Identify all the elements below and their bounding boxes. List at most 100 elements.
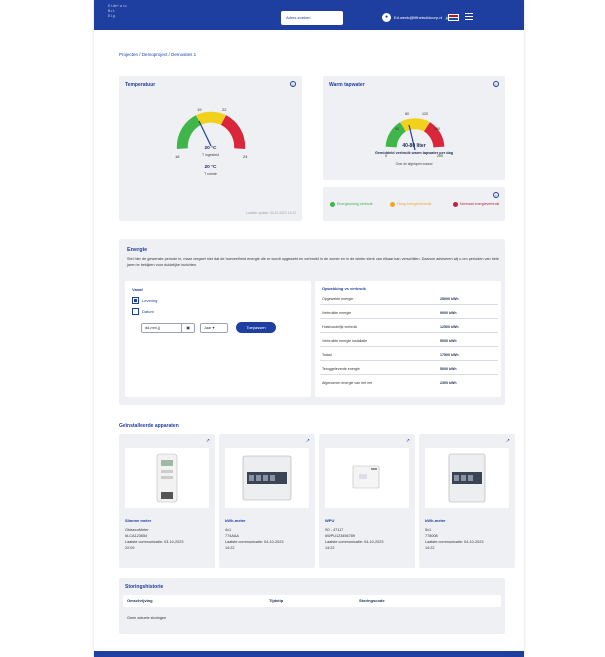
devices-title: Geïnstalleerde apparaten (119, 423, 179, 429)
gauge-tick: 40 (395, 127, 399, 131)
device-name: kWh-meter (225, 518, 246, 523)
room-temp-label: T ruimte (204, 172, 217, 176)
legend-label: Energiezuinig verbruik (337, 202, 373, 206)
user-email: Ed.wenk@lifthebuildcorp.nl (394, 15, 443, 20)
summary-label: Huishoudelijk verbruik (322, 325, 358, 329)
device-last-comm: Laatste communicatie: 04-10-2023 (325, 540, 384, 544)
card-title: Temperatuur (125, 82, 156, 88)
device-model: 4v1 (225, 528, 232, 532)
chart-icon[interactable]: ↗ (306, 438, 310, 444)
legend-dot (330, 202, 335, 207)
breadcrumb-projects[interactable]: Projecten (119, 52, 138, 57)
hot-water-subcaption: Over de afgelopen maand (395, 162, 433, 166)
info-icon[interactable]: i (493, 81, 499, 87)
footer-bar (94, 651, 524, 657)
brand-logo[interactable]: E Lite+ a l.o B.r.t. E.l.g (108, 4, 127, 19)
info-icon[interactable]: i (290, 81, 296, 87)
date-checkbox[interactable] (132, 308, 139, 315)
chart-icon[interactable]: ↗ (206, 438, 210, 444)
device-model: ObisecoMeter (125, 528, 149, 532)
user-menu[interactable]: ● Ed.wenk@lifthebuildcorp.nl 🔈 (382, 13, 452, 22)
summary-value: 25000 kWh (440, 297, 459, 301)
top-bar: E Lite+ a l.o B.r.t. E.l.g Adres zoeken … (94, 0, 524, 30)
apply-button[interactable]: Toepassen (236, 322, 276, 333)
device-card[interactable]: ↗ kWh-meter 5v1 778008 Laatste communica… (419, 434, 515, 568)
date-input[interactable]: dd-mm-jj (141, 323, 183, 333)
year-select[interactable]: Jaar ▾ (200, 323, 228, 333)
column-header: Storingscode (359, 598, 385, 603)
summary-row: Verbruikte energie 9000 kWh (320, 307, 498, 319)
address-search-button[interactable]: Adres zoeken (281, 11, 343, 25)
legend-dot (453, 202, 458, 207)
kwh-meter-icon (242, 455, 292, 501)
chart-icon[interactable]: ↗ (506, 438, 510, 444)
device-card[interactable]: ↗ WPU S0 - 47117 #WPU123456789 Laatste c… (319, 434, 415, 568)
delivery-checkbox[interactable] (132, 297, 139, 304)
info-icon[interactable]: i (493, 192, 499, 198)
hot-water-value: 40-80 liter (402, 143, 426, 149)
date-label: Datum (142, 309, 154, 314)
column-header: Omschrijving (127, 598, 153, 603)
device-model: 5v1 (425, 528, 432, 532)
summary-row: Totaal 17500 kWh (320, 349, 498, 361)
smart-meter-icon (156, 453, 178, 503)
temperature-gauge: 16 19 22 24 (175, 107, 248, 159)
hot-water-card: Warm tapwater i 0 40 80 120 160 200 40-8… (323, 76, 505, 180)
summary-label: Opgewekte energie (322, 297, 354, 301)
summary-row: Afgenomen energie van het net 2300 kWh (320, 377, 498, 389)
gauge-tick: 120 (422, 112, 428, 116)
device-last-comm: Laatste communicatie: 03-10-2023 (125, 540, 184, 544)
breadcrumb-separator: / (139, 52, 141, 57)
legend-item: Energiezuinig verbruik (330, 202, 373, 207)
summary-value: 2300 kWh (440, 381, 457, 385)
device-name: kWh-meter (425, 518, 446, 523)
summary-label: Teruggeleverde energie (322, 367, 360, 371)
device-serial: 778008 (425, 534, 438, 538)
device-card[interactable]: ↗ kWh-meter 4v1 774AAA Laatste communica… (219, 434, 315, 568)
hamburger-icon[interactable] (465, 13, 473, 22)
gauge-tick: 160 (434, 127, 440, 131)
kwh-meter-icon (448, 453, 486, 503)
setpoint-label: T ingesteld (201, 153, 220, 157)
dutch-flag-icon[interactable] (448, 14, 459, 21)
temperature-card: Temperatuur i 16 19 22 24 20 °C T ingest… (119, 76, 302, 221)
calendar-icon[interactable]: ▣ (181, 323, 195, 333)
column-header: Tijdstip (269, 598, 284, 603)
breadcrumb: Projecten / Demoproject / Demosites 1 (119, 52, 196, 57)
delivery-option[interactable]: Levering (132, 297, 157, 304)
last-update: Laatste update: 04-10-2023 14:22 (246, 211, 296, 215)
device-last-comm: Laatste communicatie: 04-10-2023 (425, 540, 484, 544)
avatar-icon: ● (382, 13, 391, 22)
gauge-needle (198, 120, 212, 147)
device-model: S0 - 47117 (325, 528, 344, 532)
chart-icon[interactable]: ↗ (406, 438, 410, 444)
energy-description: Stel hier de gewenste periode in, maar v… (127, 257, 499, 267)
year-select-value: Jaar (204, 326, 212, 330)
gauge-tick: 22 (222, 107, 227, 112)
summary-value: 12500 kWh (440, 325, 459, 329)
summary-label: Verbruikte energie (322, 311, 352, 315)
empty-state: Geen actuele storingen (127, 616, 167, 620)
summary-value: 17500 kWh (440, 353, 459, 357)
gauge-tick: 80 (405, 112, 409, 116)
wpu-icon (352, 465, 380, 489)
date-option[interactable]: Datum (132, 308, 154, 315)
summary-row: Opgewekte energie 25000 kWh (320, 293, 498, 305)
device-serial: 774AAA (225, 534, 239, 538)
setpoint-value: 20 °C (204, 146, 217, 151)
summary-label: Verbruikte energie installatie (322, 339, 368, 343)
hot-water-caption: Gemiddeld verbruik warm tapwater per dag (374, 151, 454, 155)
breadcrumb-project[interactable]: Demoproject (142, 52, 168, 57)
device-card[interactable]: ↗ Slimme meter ObisecoMeter #LCA123654 L… (119, 434, 215, 568)
summary-value: 9000 kWh (440, 311, 457, 315)
breadcrumb-site: Demosites 1 (171, 52, 197, 57)
summary-row: Verbruikte energie installatie 5000 kWh (320, 335, 498, 347)
legend-item: Hoog energieverbruik (390, 202, 431, 207)
kwh-meter-image (225, 448, 309, 508)
device-name: Slimme meter (125, 518, 152, 523)
brand-line: E.l.g (108, 14, 116, 18)
device-serial: #LCA123654 (125, 534, 148, 538)
summary-value: 5000 kWh (440, 339, 457, 343)
fault-history-title: Storingshistorie (125, 584, 164, 590)
wpu-image (325, 448, 409, 508)
